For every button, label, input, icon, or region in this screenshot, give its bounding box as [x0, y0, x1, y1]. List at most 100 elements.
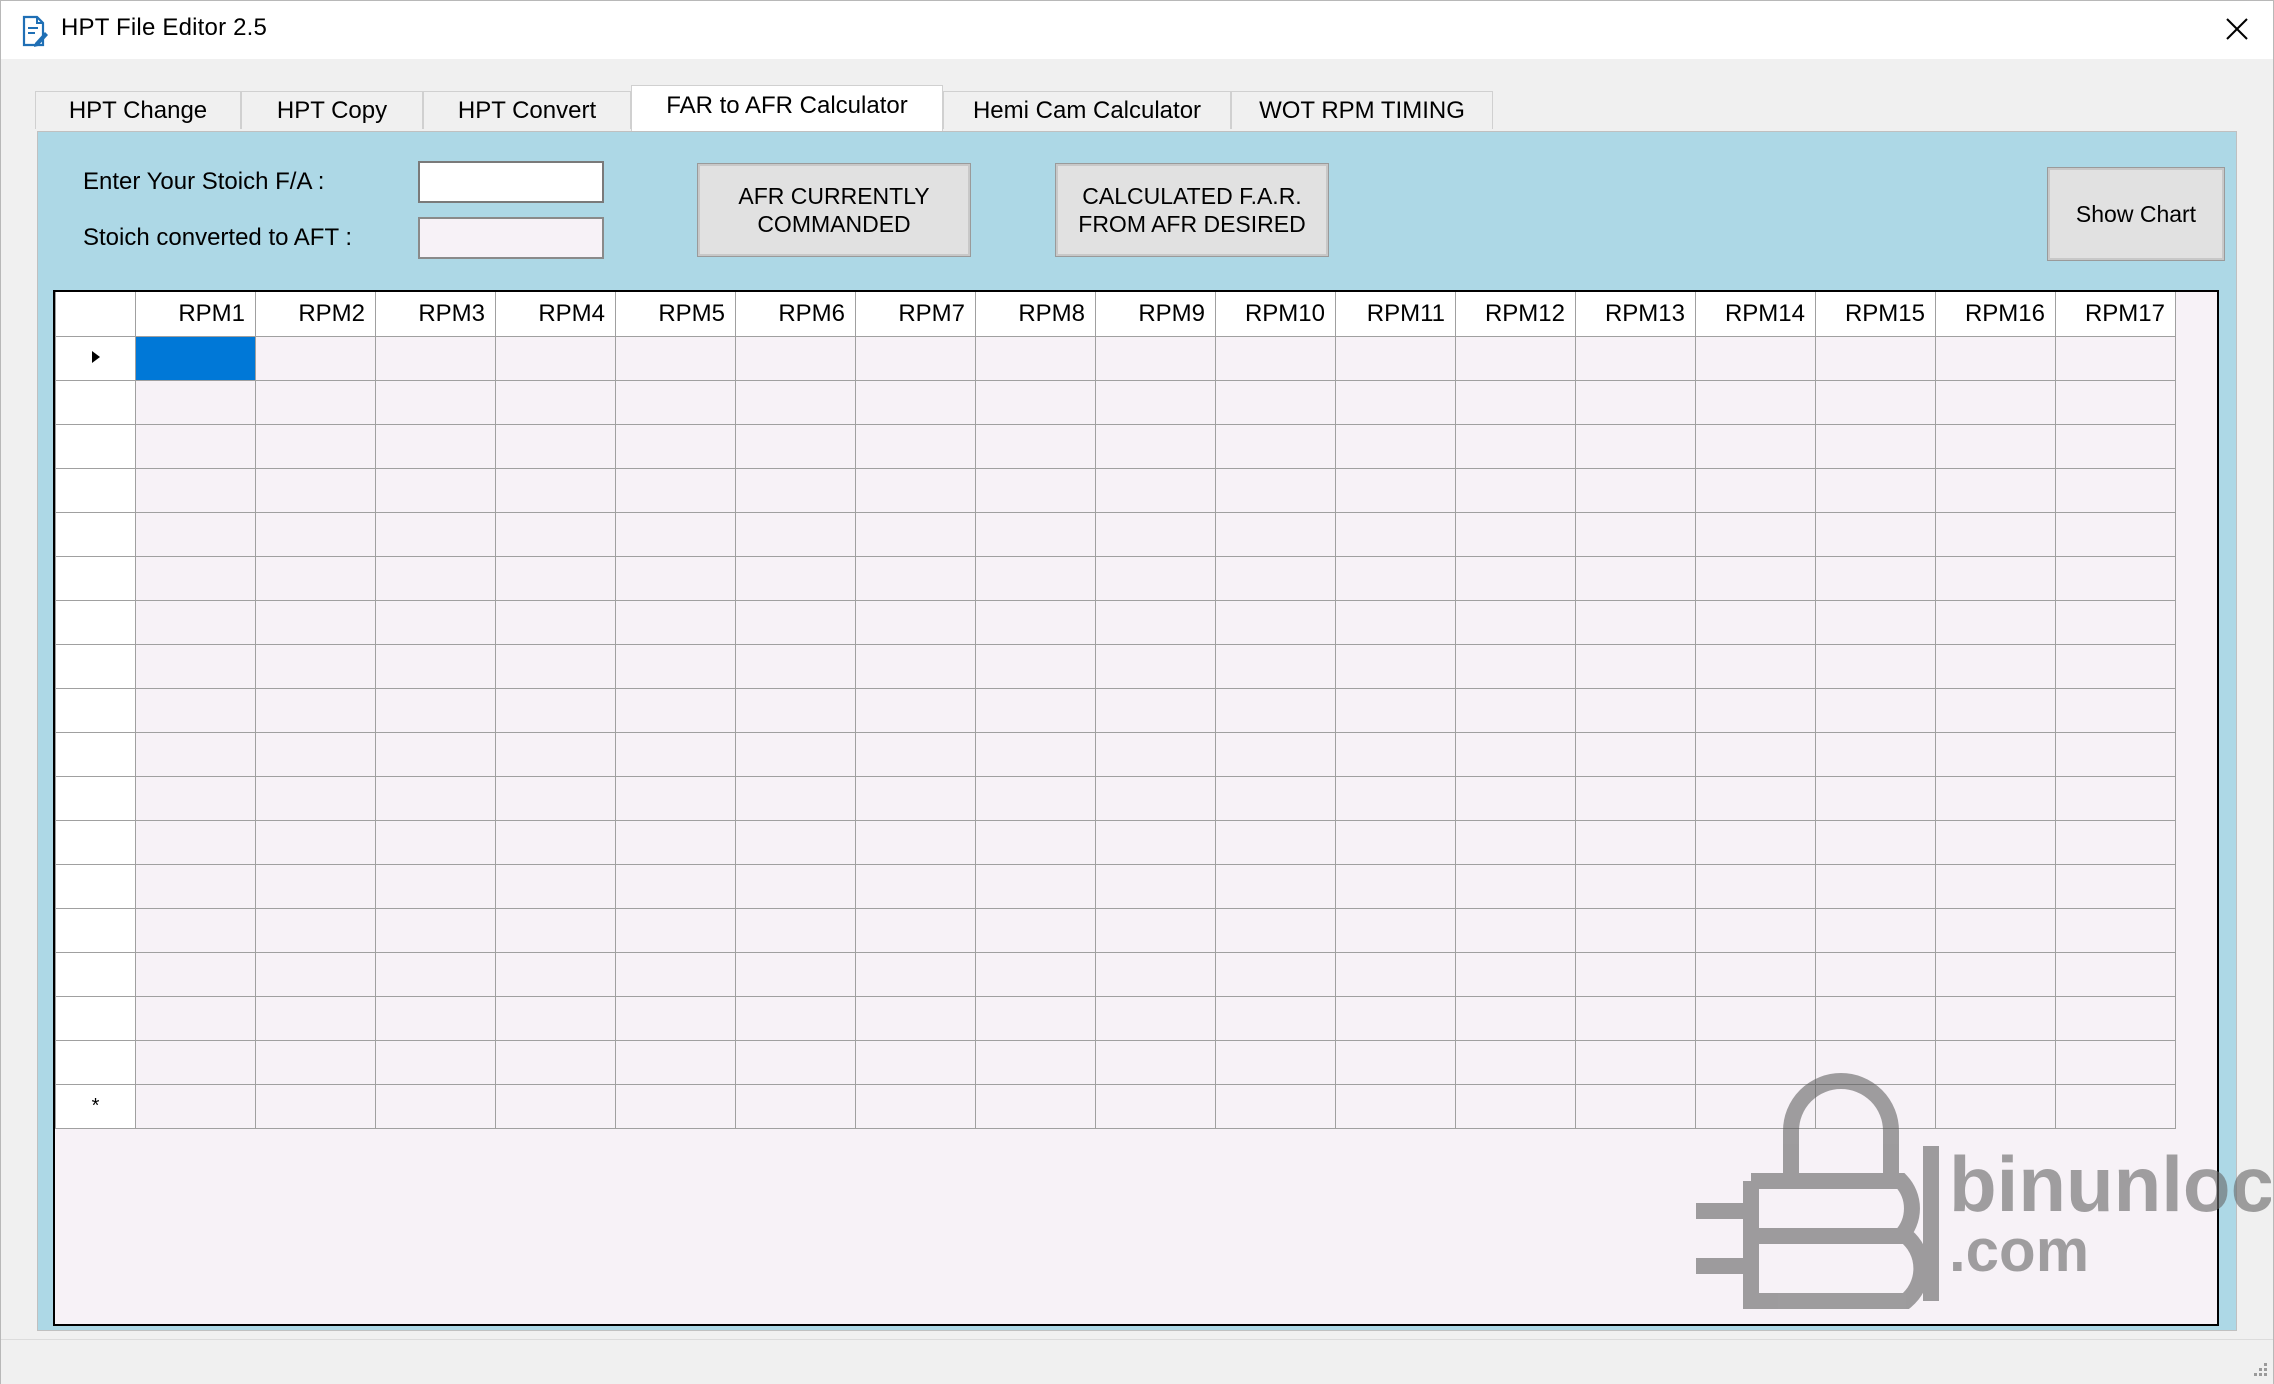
stoich-aft-output[interactable]: [418, 217, 604, 259]
show-chart-button[interactable]: Show Chart: [2047, 167, 2225, 261]
grid-cell[interactable]: [735, 863, 856, 909]
grid-cell[interactable]: [135, 819, 256, 865]
grid-cell[interactable]: [1455, 907, 1576, 953]
grid-cell[interactable]: [1095, 1083, 1216, 1129]
grid-cell[interactable]: [1695, 995, 1816, 1041]
grid-cell[interactable]: [375, 775, 496, 821]
grid-cell[interactable]: [375, 379, 496, 425]
grid-cell[interactable]: [1575, 511, 1696, 557]
grid-cell[interactable]: [1575, 379, 1696, 425]
grid-cell[interactable]: [1215, 951, 1336, 997]
grid-cell[interactable]: [1095, 907, 1216, 953]
grid-cell[interactable]: [1575, 687, 1696, 733]
grid-cell[interactable]: [1695, 907, 1816, 953]
row-header[interactable]: [55, 511, 136, 557]
grid-cell[interactable]: [1695, 379, 1816, 425]
row-header[interactable]: [55, 687, 136, 733]
grid-cell[interactable]: [735, 819, 856, 865]
grid-cell[interactable]: [255, 379, 376, 425]
grid-cell[interactable]: [1695, 731, 1816, 777]
grid-cell[interactable]: [1935, 599, 2056, 645]
grid-cell[interactable]: [1815, 731, 1936, 777]
grid-cell[interactable]: [1095, 951, 1216, 997]
grid-cell[interactable]: [855, 555, 976, 601]
grid-cell[interactable]: [1815, 643, 1936, 689]
grid-cell[interactable]: [495, 599, 616, 645]
grid-cell[interactable]: [495, 731, 616, 777]
grid-cell[interactable]: [1455, 687, 1576, 733]
grid-cell[interactable]: [1695, 775, 1816, 821]
grid-cell[interactable]: [735, 687, 856, 733]
grid-cell[interactable]: [1455, 775, 1576, 821]
grid-cell[interactable]: [255, 467, 376, 513]
grid-cell[interactable]: [1455, 467, 1576, 513]
grid-cell[interactable]: [495, 335, 616, 381]
row-header[interactable]: [55, 819, 136, 865]
grid-cell[interactable]: [615, 775, 736, 821]
grid-cell[interactable]: [375, 423, 496, 469]
row-header[interactable]: [55, 423, 136, 469]
grid-cell[interactable]: [1935, 511, 2056, 557]
column-header[interactable]: RPM4: [495, 292, 616, 337]
grid-cell[interactable]: [495, 1039, 616, 1085]
grid-cell[interactable]: [1095, 819, 1216, 865]
grid-cell[interactable]: [1455, 995, 1576, 1041]
grid-cell[interactable]: [135, 643, 256, 689]
grid-cell[interactable]: [1455, 599, 1576, 645]
grid-cell[interactable]: [735, 1039, 856, 1085]
grid-cell[interactable]: [1455, 819, 1576, 865]
grid-cell[interactable]: [1215, 1039, 1336, 1085]
grid-cell[interactable]: [255, 819, 376, 865]
grid-cell[interactable]: [975, 335, 1096, 381]
grid-cell[interactable]: [1335, 951, 1456, 997]
grid-cell[interactable]: [855, 951, 976, 997]
grid-cell[interactable]: [855, 643, 976, 689]
grid-cell[interactable]: [1695, 819, 1816, 865]
row-header[interactable]: [55, 775, 136, 821]
grid-corner-header[interactable]: [55, 292, 136, 337]
grid-cell[interactable]: [1095, 1039, 1216, 1085]
grid-cell[interactable]: [495, 775, 616, 821]
grid-cell[interactable]: [1215, 599, 1336, 645]
grid-cell[interactable]: [735, 775, 856, 821]
grid-cell[interactable]: [1935, 555, 2056, 601]
grid-cell[interactable]: [255, 731, 376, 777]
grid-cell[interactable]: [255, 1039, 376, 1085]
grid-cell[interactable]: [975, 687, 1096, 733]
grid-cell[interactable]: [1095, 335, 1216, 381]
grid-cell[interactable]: [1575, 951, 1696, 997]
tab-hpt-copy[interactable]: HPT Copy: [241, 91, 423, 129]
row-header[interactable]: [55, 467, 136, 513]
tab-far-to-afr-calculator[interactable]: FAR to AFR Calculator: [631, 85, 943, 131]
grid-cell[interactable]: [615, 599, 736, 645]
grid-cell[interactable]: [615, 467, 736, 513]
row-header[interactable]: [55, 995, 136, 1041]
grid-cell[interactable]: [855, 775, 976, 821]
grid-cell[interactable]: [255, 555, 376, 601]
grid-cell[interactable]: [1335, 687, 1456, 733]
grid-cell[interactable]: [735, 511, 856, 557]
grid-cell[interactable]: [135, 863, 256, 909]
grid-cell[interactable]: [855, 863, 976, 909]
grid-cell[interactable]: [1815, 379, 1936, 425]
grid-cell[interactable]: [615, 731, 736, 777]
grid-cell[interactable]: [735, 599, 856, 645]
grid-cell[interactable]: [1095, 467, 1216, 513]
grid-cell[interactable]: [855, 379, 976, 425]
grid-cell[interactable]: [135, 379, 256, 425]
grid-cell[interactable]: [495, 863, 616, 909]
grid-cell[interactable]: [1335, 907, 1456, 953]
grid-cell[interactable]: [1335, 1039, 1456, 1085]
grid-cell[interactable]: [1335, 863, 1456, 909]
grid-cell[interactable]: [2055, 819, 2176, 865]
column-header[interactable]: RPM14: [1695, 292, 1816, 337]
column-header[interactable]: RPM13: [1575, 292, 1696, 337]
grid-cell[interactable]: [1575, 1083, 1696, 1129]
grid-cell[interactable]: [2055, 643, 2176, 689]
grid-cell[interactable]: [1935, 687, 2056, 733]
grid-cell[interactable]: [1215, 863, 1336, 909]
grid-cell[interactable]: [975, 379, 1096, 425]
grid-cell[interactable]: [615, 335, 736, 381]
grid-cell[interactable]: [135, 775, 256, 821]
grid-cell[interactable]: [1215, 335, 1336, 381]
